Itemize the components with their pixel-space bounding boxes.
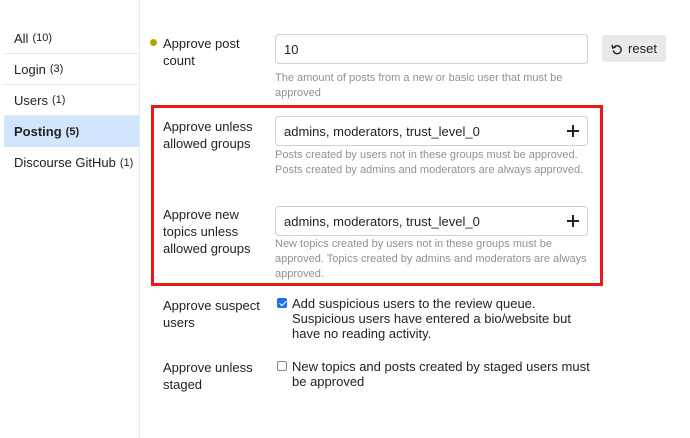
- reset-button[interactable]: reset: [602, 35, 666, 62]
- sidebar-item-login[interactable]: Login (3): [4, 54, 139, 85]
- sidebar-item-posting[interactable]: Posting (5): [4, 116, 139, 147]
- sidebar-item-label: Posting: [14, 124, 62, 139]
- approve-suspect-users-label: Approve suspect users: [163, 298, 260, 330]
- sidebar-item-users[interactable]: Users (1): [4, 85, 139, 116]
- plus-icon[interactable]: [567, 125, 579, 137]
- approve-unless-allowed-groups-label: Approve unless allowed groups: [163, 119, 253, 151]
- modified-indicator-dot: [150, 39, 157, 46]
- selected-groups-value: admins, moderators, trust_level_0: [284, 213, 480, 229]
- approve-unless-staged-checkbox[interactable]: [277, 361, 287, 371]
- approve-unless-allowed-groups-selector[interactable]: admins, moderators, trust_level_0: [275, 116, 588, 146]
- approve-unless-staged-description: New topics and posts created by staged u…: [292, 359, 590, 389]
- sidebar-item-count: (10): [32, 32, 53, 44]
- approve-suspect-users-description: Add suspicious users to the review queue…: [292, 296, 571, 341]
- sidebar-item-label: Discourse GitHub: [14, 155, 116, 170]
- sidebar-item-label: Users: [14, 92, 48, 108]
- undo-icon: [611, 44, 622, 54]
- sidebar-item-label: Login: [14, 61, 46, 77]
- reset-label: reset: [628, 41, 657, 56]
- selected-groups-value: admins, moderators, trust_level_0: [284, 123, 480, 139]
- approve-new-topics-unless-allowed-groups-label: Approve new topics unless allowed groups: [163, 207, 251, 256]
- sidebar-item-count: (1): [119, 156, 134, 169]
- approve-new-topics-unless-allowed-groups-description: New topics created by users not in these…: [275, 238, 587, 280]
- category-sidebar: All (10) Login (3) Users (1) Posting (5)…: [0, 0, 140, 438]
- approve-unless-staged-label: Approve unless staged: [163, 360, 253, 392]
- approve-new-topics-unless-allowed-groups-selector[interactable]: admins, moderators, trust_level_0: [275, 206, 588, 236]
- sidebar-item-discourse-github[interactable]: Discourse GitHub (1): [4, 147, 139, 178]
- approve-unless-allowed-groups-description: Posts created by users not in these grou…: [275, 149, 584, 176]
- sidebar-item-count: (5): [65, 125, 80, 138]
- approve-post-count-input[interactable]: 10: [275, 34, 588, 64]
- approve-post-count-description: The amount of posts from a new or basic …: [275, 72, 563, 99]
- approve-post-count-label: Approve post count: [163, 36, 240, 68]
- sidebar-item-count: (3): [49, 63, 64, 75]
- sidebar-item-count: (1): [51, 94, 66, 106]
- plus-icon[interactable]: [567, 215, 579, 227]
- sidebar-item-all[interactable]: All (10): [4, 23, 139, 54]
- approve-suspect-users-checkbox[interactable]: [277, 298, 287, 308]
- sidebar-item-label: All: [14, 30, 29, 46]
